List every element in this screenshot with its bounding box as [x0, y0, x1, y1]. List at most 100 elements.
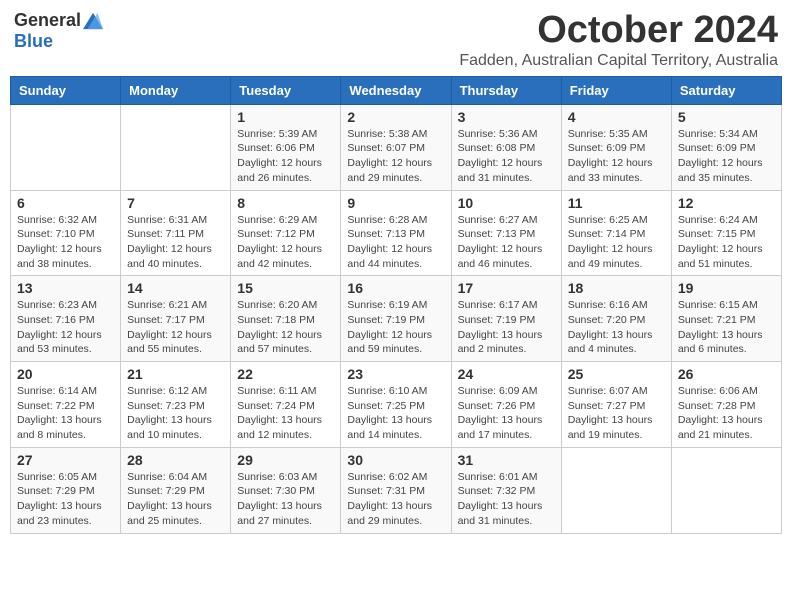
day-info: Sunrise: 6:20 AMSunset: 7:18 PMDaylight:…: [237, 298, 334, 357]
logo-icon: [83, 12, 103, 30]
day-info: Sunrise: 5:38 AMSunset: 6:07 PMDaylight:…: [347, 127, 444, 186]
day-info: Sunrise: 6:03 AMSunset: 7:30 PMDaylight:…: [237, 470, 334, 529]
day-number: 9: [347, 195, 444, 211]
day-number: 30: [347, 452, 444, 468]
day-info: Sunrise: 6:29 AMSunset: 7:12 PMDaylight:…: [237, 213, 334, 272]
day-number: 10: [458, 195, 555, 211]
calendar-cell: 9 Sunrise: 6:28 AMSunset: 7:13 PMDaylight…: [341, 190, 451, 276]
calendar-header-row: SundayMondayTuesdayWednesdayThursdayFrid…: [11, 76, 782, 104]
day-number: 17: [458, 280, 555, 296]
calendar-cell: 28 Sunrise: 6:04 AMSunset: 7:29 PMDayligh…: [121, 447, 231, 533]
calendar-cell: 17 Sunrise: 6:17 AMSunset: 7:19 PMDayligh…: [451, 276, 561, 362]
day-number: 14: [127, 280, 224, 296]
calendar-week-row: 27 Sunrise: 6:05 AMSunset: 7:29 PMDayligh…: [11, 447, 782, 533]
calendar-cell: 29 Sunrise: 6:03 AMSunset: 7:30 PMDayligh…: [231, 447, 341, 533]
day-info: Sunrise: 6:31 AMSunset: 7:11 PMDaylight:…: [127, 213, 224, 272]
day-info: Sunrise: 6:12 AMSunset: 7:23 PMDaylight:…: [127, 384, 224, 443]
calendar-cell: 4Sunrise: 5:35 AMSunset: 6:09 PMDaylight…: [561, 104, 671, 190]
day-info: Sunrise: 6:19 AMSunset: 7:19 PMDaylight:…: [347, 298, 444, 357]
calendar-cell: 27 Sunrise: 6:05 AMSunset: 7:29 PMDayligh…: [11, 447, 121, 533]
calendar-cell: 18 Sunrise: 6:16 AMSunset: 7:20 PMDayligh…: [561, 276, 671, 362]
day-number: 5: [678, 109, 775, 125]
calendar-cell: 5 Sunrise: 5:34 AMSunset: 6:09 PMDaylight…: [671, 104, 781, 190]
calendar-cell: 23 Sunrise: 6:10 AMSunset: 7:25 PMDayligh…: [341, 362, 451, 448]
day-number: 1: [237, 109, 334, 125]
calendar-cell: [671, 447, 781, 533]
day-number: 31: [458, 452, 555, 468]
calendar-cell: 26Sunrise: 6:06 AMSunset: 7:28 PMDayligh…: [671, 362, 781, 448]
day-number: 29: [237, 452, 334, 468]
calendar-cell: 30 Sunrise: 6:02 AMSunset: 7:31 PMDayligh…: [341, 447, 451, 533]
calendar-header-wednesday: Wednesday: [341, 76, 451, 104]
day-info: Sunrise: 6:01 AMSunset: 7:32 PMDaylight:…: [458, 470, 555, 529]
calendar-header-monday: Monday: [121, 76, 231, 104]
day-number: 12: [678, 195, 775, 211]
day-info: Sunrise: 6:21 AMSunset: 7:17 PMDaylight:…: [127, 298, 224, 357]
calendar-cell: [121, 104, 231, 190]
calendar-cell: 8 Sunrise: 6:29 AMSunset: 7:12 PMDaylight…: [231, 190, 341, 276]
day-number: 6: [17, 195, 114, 211]
day-number: 21: [127, 366, 224, 382]
day-number: 7: [127, 195, 224, 211]
day-info: Sunrise: 6:15 AMSunset: 7:21 PMDaylight:…: [678, 298, 775, 357]
day-number: 16: [347, 280, 444, 296]
day-info: Sunrise: 6:25 AMSunset: 7:14 PMDaylight:…: [568, 213, 665, 272]
calendar-table: SundayMondayTuesdayWednesdayThursdayFrid…: [10, 76, 782, 534]
calendar-week-row: 13Sunrise: 6:23 AMSunset: 7:16 PMDayligh…: [11, 276, 782, 362]
calendar-cell: 6 Sunrise: 6:32 AMSunset: 7:10 PMDaylight…: [11, 190, 121, 276]
calendar-cell: 22 Sunrise: 6:11 AMSunset: 7:24 PMDayligh…: [231, 362, 341, 448]
calendar-week-row: 6 Sunrise: 6:32 AMSunset: 7:10 PMDaylight…: [11, 190, 782, 276]
calendar-cell: [11, 104, 121, 190]
day-number: 23: [347, 366, 444, 382]
day-number: 22: [237, 366, 334, 382]
calendar-cell: 7 Sunrise: 6:31 AMSunset: 7:11 PMDaylight…: [121, 190, 231, 276]
calendar-cell: 2Sunrise: 5:38 AMSunset: 6:07 PMDaylight…: [341, 104, 451, 190]
calendar-cell: 24 Sunrise: 6:09 AMSunset: 7:26 PMDayligh…: [451, 362, 561, 448]
day-info: Sunrise: 6:17 AMSunset: 7:19 PMDaylight:…: [458, 298, 555, 357]
day-info: Sunrise: 6:02 AMSunset: 7:31 PMDaylight:…: [347, 470, 444, 529]
day-number: 18: [568, 280, 665, 296]
page-header: General Blue October 2024 Fadden, Austra…: [10, 10, 782, 70]
logo: General Blue: [14, 10, 103, 52]
calendar-header-friday: Friday: [561, 76, 671, 104]
day-number: 15: [237, 280, 334, 296]
location-title: Fadden, Australian Capital Territory, Au…: [459, 52, 778, 70]
day-info: Sunrise: 5:35 AMSunset: 6:09 PMDaylight:…: [568, 127, 665, 186]
calendar-cell: 31 Sunrise: 6:01 AMSunset: 7:32 PMDayligh…: [451, 447, 561, 533]
day-number: 28: [127, 452, 224, 468]
day-number: 27: [17, 452, 114, 468]
calendar-cell: 15 Sunrise: 6:20 AMSunset: 7:18 PMDayligh…: [231, 276, 341, 362]
calendar-week-row: 20 Sunrise: 6:14 AMSunset: 7:22 PMDayligh…: [11, 362, 782, 448]
calendar-cell: 3Sunrise: 5:36 AMSunset: 6:08 PMDaylight…: [451, 104, 561, 190]
calendar-cell: 11 Sunrise: 6:25 AMSunset: 7:14 PMDayligh…: [561, 190, 671, 276]
day-info: Sunrise: 6:24 AMSunset: 7:15 PMDaylight:…: [678, 213, 775, 272]
calendar-header-sunday: Sunday: [11, 76, 121, 104]
day-info: Sunrise: 6:09 AMSunset: 7:26 PMDaylight:…: [458, 384, 555, 443]
calendar-cell: 19 Sunrise: 6:15 AMSunset: 7:21 PMDayligh…: [671, 276, 781, 362]
day-info: Sunrise: 6:05 AMSunset: 7:29 PMDaylight:…: [17, 470, 114, 529]
day-info: Sunrise: 6:14 AMSunset: 7:22 PMDaylight:…: [17, 384, 114, 443]
day-info: Sunrise: 6:16 AMSunset: 7:20 PMDaylight:…: [568, 298, 665, 357]
day-info: Sunrise: 6:28 AMSunset: 7:13 PMDaylight:…: [347, 213, 444, 272]
day-number: 24: [458, 366, 555, 382]
logo-blue-text: Blue: [14, 31, 53, 52]
calendar-cell: 14 Sunrise: 6:21 AMSunset: 7:17 PMDayligh…: [121, 276, 231, 362]
calendar-cell: 10 Sunrise: 6:27 AMSunset: 7:13 PMDayligh…: [451, 190, 561, 276]
day-info: Sunrise: 6:04 AMSunset: 7:29 PMDaylight:…: [127, 470, 224, 529]
day-info: Sunrise: 6:32 AMSunset: 7:10 PMDaylight:…: [17, 213, 114, 272]
day-info: Sunrise: 6:27 AMSunset: 7:13 PMDaylight:…: [458, 213, 555, 272]
day-number: 20: [17, 366, 114, 382]
calendar-header-thursday: Thursday: [451, 76, 561, 104]
day-number: 11: [568, 195, 665, 211]
calendar-cell: 12 Sunrise: 6:24 AMSunset: 7:15 PMDayligh…: [671, 190, 781, 276]
day-info: Sunrise: 6:07 AMSunset: 7:27 PMDaylight:…: [568, 384, 665, 443]
day-info: Sunrise: 6:10 AMSunset: 7:25 PMDaylight:…: [347, 384, 444, 443]
title-section: October 2024 Fadden, Australian Capital …: [459, 10, 778, 70]
day-number: 19: [678, 280, 775, 296]
day-number: 8: [237, 195, 334, 211]
day-info: Sunrise: 5:34 AMSunset: 6:09 PMDaylight:…: [678, 127, 775, 186]
day-number: 13: [17, 280, 114, 296]
day-number: 25: [568, 366, 665, 382]
day-info: Sunrise: 6:11 AMSunset: 7:24 PMDaylight:…: [237, 384, 334, 443]
month-title: October 2024: [459, 10, 778, 52]
